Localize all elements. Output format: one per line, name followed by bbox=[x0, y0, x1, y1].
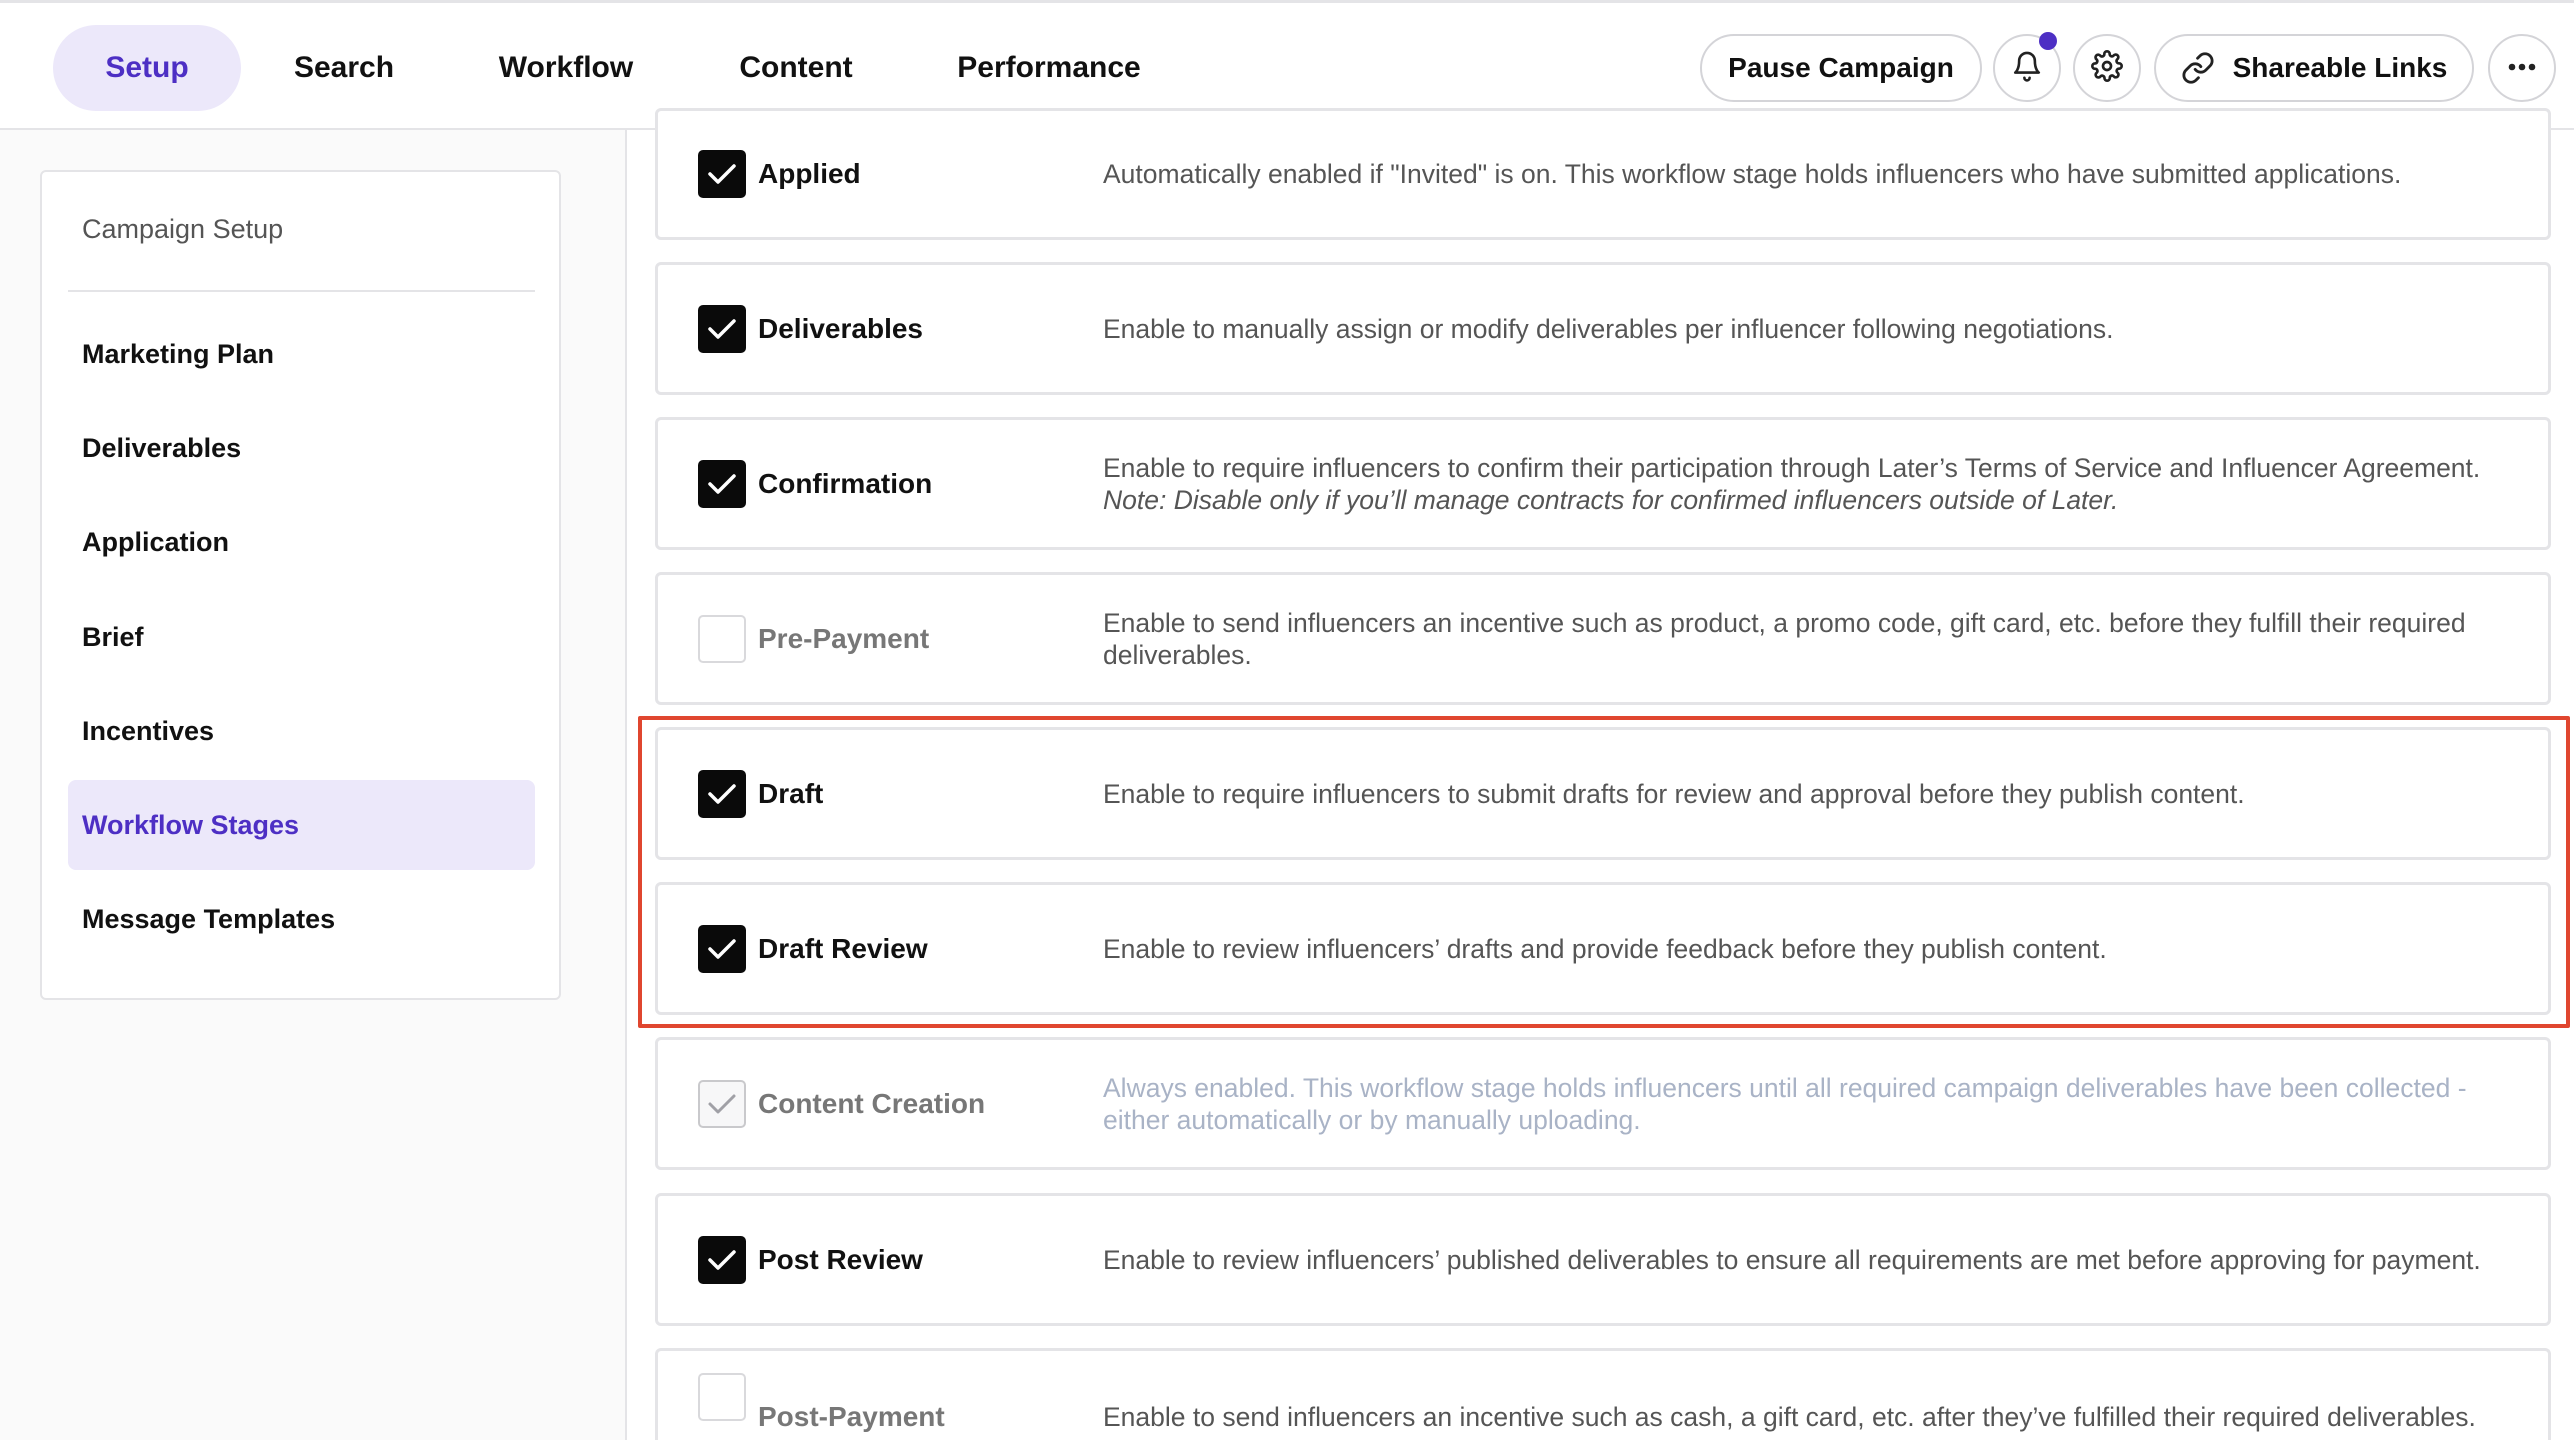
sidebar-item-marketing-plan[interactable]: Marketing Plan bbox=[68, 309, 535, 399]
notifications-button[interactable] bbox=[1993, 32, 2061, 102]
bell-icon bbox=[2011, 49, 2043, 88]
more-options-button[interactable] bbox=[2488, 34, 2556, 102]
stage-description-text: Enable to require influencers to confirm… bbox=[1103, 452, 2481, 483]
sidebar-item-application[interactable]: Application bbox=[68, 497, 535, 587]
checkmark-icon bbox=[708, 473, 736, 494]
stage-description: Always enabled. This workflow stage hold… bbox=[1103, 1072, 2467, 1135]
stage-checkbox-draft-review[interactable] bbox=[698, 924, 746, 973]
stage-description: Enable to review influencers’ drafts and… bbox=[1103, 933, 2107, 964]
stage-checkbox-post-payment[interactable] bbox=[698, 1373, 746, 1421]
checkmark-icon bbox=[708, 164, 736, 184]
stage-checkbox-pre-payment[interactable] bbox=[698, 614, 746, 663]
stage-description: Enable to review influencers’ published … bbox=[1103, 1244, 2481, 1275]
stage-checkbox-post-review[interactable] bbox=[698, 1235, 746, 1284]
stage-name: Content Creation bbox=[758, 1087, 986, 1119]
stage-row-deliverables: Deliverables Enable to manually assign o… bbox=[655, 262, 2551, 395]
stage-description: Enable to send influencers an incentive … bbox=[1103, 1402, 2476, 1432]
stage-row-draft: Draft Enable to require influencers to s… bbox=[655, 727, 2551, 860]
stage-row-confirmation: Confirmation Enable to require influence… bbox=[655, 417, 2551, 550]
stage-row-draft-review: Draft Review Enable to review influencer… bbox=[655, 882, 2551, 1015]
shareable-links-label: Shareable Links bbox=[2232, 52, 2448, 83]
stage-checkbox-applied[interactable] bbox=[698, 150, 746, 198]
checkmark-icon bbox=[708, 318, 736, 339]
stage-name: Deliverables bbox=[758, 312, 923, 344]
stage-name: Draft bbox=[758, 777, 824, 809]
stage-description: Enable to manually assign or modify deli… bbox=[1103, 313, 2114, 344]
stage-checkbox-draft[interactable] bbox=[698, 769, 746, 818]
stage-name: Applied bbox=[758, 158, 861, 189]
checkmark-icon bbox=[708, 783, 736, 804]
tab-content[interactable]: Content bbox=[720, 25, 872, 111]
stage-description: Enable to send influencers an incentive … bbox=[1103, 607, 2466, 670]
pause-campaign-label: Pause Campaign bbox=[1728, 52, 1954, 83]
stage-name: Pre-Payment bbox=[758, 622, 930, 654]
checkmark-icon bbox=[708, 938, 736, 959]
sidebar-divider bbox=[68, 290, 535, 292]
gear-icon bbox=[2091, 49, 2123, 87]
shareable-links-button[interactable]: Shareable Links bbox=[2154, 34, 2474, 102]
sidebar-title: Campaign Setup bbox=[82, 214, 284, 244]
stage-row-content-creation: Content Creation Always enabled. This wo… bbox=[655, 1037, 2551, 1170]
tab-search[interactable]: Search bbox=[270, 25, 418, 111]
checkmark-icon bbox=[708, 1249, 736, 1270]
sidebar-item-message-templates[interactable]: Message Templates bbox=[68, 874, 535, 964]
link-icon bbox=[2181, 51, 2215, 85]
stage-checkbox-content-creation bbox=[698, 1079, 746, 1128]
notification-badge-dot bbox=[2039, 32, 2057, 50]
campaign-setup-nav: Campaign Setup Marketing Plan Deliverabl… bbox=[40, 170, 561, 1000]
sidebar-item-brief[interactable]: Brief bbox=[68, 592, 535, 682]
stage-row-pre-payment: Pre-Payment Enable to send influencers a… bbox=[655, 572, 2551, 705]
stage-row-post-payment: Post-Payment Enable to send influencers … bbox=[655, 1348, 2551, 1440]
stage-description: Enable to require influencers to submit … bbox=[1103, 778, 2245, 809]
more-icon bbox=[2506, 59, 2538, 77]
stage-name: Draft Review bbox=[758, 932, 928, 964]
stage-row-post-review: Post Review Enable to review influencers… bbox=[655, 1193, 2551, 1326]
stage-checkbox-deliverables[interactable] bbox=[698, 304, 746, 353]
stage-name: Post-Payment bbox=[758, 1401, 945, 1432]
stage-name: Confirmation bbox=[758, 467, 933, 499]
stage-row-applied: Applied Automatically enabled if "Invite… bbox=[655, 108, 2551, 240]
stage-description-note: Note: Disable only if you’ll manage cont… bbox=[1103, 484, 2119, 515]
settings-button[interactable] bbox=[2073, 34, 2141, 102]
sidebar-item-incentives[interactable]: Incentives bbox=[68, 686, 535, 776]
tab-workflow[interactable]: Workflow bbox=[480, 25, 652, 111]
stage-description: Automatically enabled if "Invited" is on… bbox=[1103, 159, 2402, 189]
stage-name: Post Review bbox=[758, 1243, 923, 1275]
tab-setup[interactable]: Setup bbox=[53, 25, 241, 111]
sidebar-item-workflow-stages[interactable]: Workflow Stages bbox=[68, 780, 535, 870]
tab-performance[interactable]: Performance bbox=[940, 25, 1158, 111]
sidebar-item-deliverables[interactable]: Deliverables bbox=[68, 403, 535, 493]
pause-campaign-button[interactable]: Pause Campaign bbox=[1700, 34, 1982, 102]
stage-description: Enable to require influencers to confirm… bbox=[1103, 452, 2508, 516]
stage-checkbox-confirmation[interactable] bbox=[698, 459, 746, 508]
checkmark-icon bbox=[708, 1094, 736, 1113]
